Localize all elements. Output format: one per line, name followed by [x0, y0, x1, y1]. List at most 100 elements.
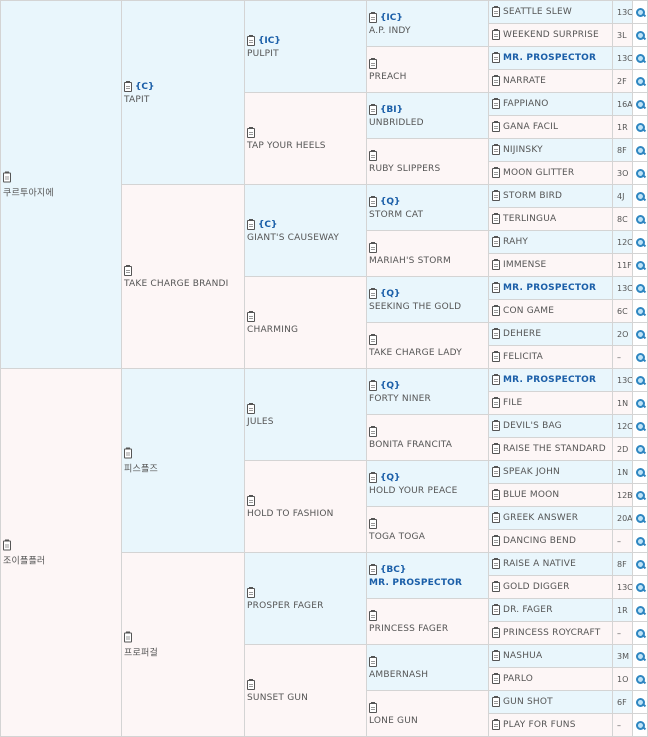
search-button[interactable]: [632, 115, 648, 139]
document-icon[interactable]: [492, 604, 500, 615]
horse-name[interactable]: TAP YOUR HEELS: [247, 141, 364, 151]
document-icon[interactable]: [369, 517, 377, 529]
horse-name[interactable]: DEVIL'S BAG: [503, 421, 562, 431]
search-button[interactable]: [632, 690, 648, 714]
search-button[interactable]: [632, 414, 648, 438]
pedigree-gen3-cell[interactable]: {IC} PULPIT: [244, 0, 367, 93]
pedigree-leaf-cell[interactable]: DANCING BEND: [488, 529, 613, 553]
document-icon[interactable]: [492, 673, 500, 684]
pedigree-gen4-cell[interactable]: RUBY SLIPPERS: [366, 138, 489, 185]
pedigree-leaf-cell[interactable]: GANA FACIL: [488, 115, 613, 139]
search-button[interactable]: [632, 299, 648, 323]
pedigree-leaf-cell[interactable]: RAISE THE STANDARD: [488, 437, 613, 461]
horse-name[interactable]: MR. PROSPECTOR: [503, 53, 596, 63]
horse-name[interactable]: PREACH: [369, 72, 486, 82]
search-button[interactable]: [632, 575, 648, 599]
pedigree-leaf-cell[interactable]: STORM BIRD: [488, 184, 613, 208]
search-button[interactable]: [632, 253, 648, 277]
document-icon[interactable]: [369, 609, 377, 621]
pedigree-leaf-cell[interactable]: FELICITA: [488, 345, 613, 369]
document-icon[interactable]: [492, 167, 500, 178]
document-icon[interactable]: [492, 282, 500, 293]
pedigree-gen3-cell[interactable]: TAP YOUR HEELS: [244, 92, 367, 185]
horse-name[interactable]: MR. PROSPECTOR: [369, 578, 486, 588]
horse-name[interactable]: PRINCESS FAGER: [369, 624, 486, 634]
search-button[interactable]: [632, 552, 648, 576]
horse-name[interactable]: TAPIT: [124, 95, 242, 105]
horse-name[interactable]: STORM BIRD: [503, 191, 562, 201]
pedigree-leaf-cell[interactable]: DEHERE: [488, 322, 613, 346]
horse-name[interactable]: FILE: [503, 398, 522, 408]
document-icon[interactable]: [492, 627, 500, 638]
pedigree-leaf-cell[interactable]: WEEKEND SURPRISE: [488, 23, 613, 47]
search-button[interactable]: [632, 621, 648, 645]
horse-name[interactable]: RAISE A NATIVE: [503, 559, 576, 569]
pedigree-gen4-cell[interactable]: TOGA TOGA: [366, 506, 489, 553]
document-icon[interactable]: [492, 190, 500, 201]
document-icon[interactable]: [369, 471, 377, 483]
pedigree-leaf-cell[interactable]: GOLD DIGGER: [488, 575, 613, 599]
horse-name[interactable]: TOGA TOGA: [369, 532, 486, 542]
pedigree-gen4-cell[interactable]: PREACH: [366, 46, 489, 93]
pedigree-leaf-cell[interactable]: PRINCESS ROYCRAFT: [488, 621, 613, 645]
horse-name[interactable]: FELICITA: [503, 352, 543, 362]
pedigree-leaf-cell[interactable]: MR. PROSPECTOR: [488, 46, 613, 70]
document-icon[interactable]: [369, 379, 377, 391]
document-icon[interactable]: [492, 144, 500, 155]
horse-name[interactable]: PARLO: [503, 674, 533, 684]
pedigree-leaf-cell[interactable]: NASHUA: [488, 644, 613, 668]
pedigree-gen3-cell[interactable]: {C} GIANT'S CAUSEWAY: [244, 184, 367, 277]
search-button[interactable]: [632, 529, 648, 553]
horse-name[interactable]: NASHUA: [503, 651, 542, 661]
horse-name[interactable]: DEHERE: [503, 329, 541, 339]
pedigree-leaf-cell[interactable]: NARRATE: [488, 69, 613, 93]
document-icon[interactable]: [247, 34, 255, 46]
horse-name[interactable]: BLUE MOON: [503, 490, 559, 500]
search-button[interactable]: [632, 92, 648, 116]
document-icon[interactable]: [369, 287, 377, 299]
horse-name[interactable]: TERLINGUA: [503, 214, 556, 224]
document-icon[interactable]: [3, 539, 11, 550]
horse-name[interactable]: CON GAME: [503, 306, 554, 316]
document-icon[interactable]: [492, 29, 500, 40]
horse-name[interactable]: MR. PROSPECTOR: [503, 283, 596, 293]
document-icon[interactable]: [492, 558, 500, 569]
search-button[interactable]: [632, 506, 648, 530]
horse-name[interactable]: TAKE CHARGE LADY: [369, 348, 486, 358]
horse-name[interactable]: HOLD TO FASHION: [247, 509, 364, 519]
document-icon[interactable]: [124, 631, 132, 642]
document-icon[interactable]: [492, 420, 500, 431]
pedigree-gen3-cell[interactable]: CHARMING: [244, 276, 367, 369]
pedigree-leaf-cell[interactable]: FILE: [488, 391, 613, 415]
document-icon[interactable]: [3, 171, 11, 182]
document-icon[interactable]: [124, 80, 132, 92]
pedigree-gen3-cell[interactable]: HOLD TO FASHION: [244, 460, 367, 553]
document-icon[interactable]: [124, 447, 132, 458]
pedigree-leaf-cell[interactable]: RAISE A NATIVE: [488, 552, 613, 576]
horse-name[interactable]: MOON GLITTER: [503, 168, 574, 178]
document-icon[interactable]: [492, 719, 500, 730]
horse-name[interactable]: LONE GUN: [369, 716, 486, 726]
horse-name[interactable]: GUN SHOT: [503, 697, 553, 707]
search-button[interactable]: [632, 598, 648, 622]
search-button[interactable]: [632, 23, 648, 47]
horse-name[interactable]: SEATTLE SLEW: [503, 7, 572, 17]
pedigree-gen4-cell[interactable]: {IC} A.P. INDY: [366, 0, 489, 47]
horse-name[interactable]: SUNSET GUN: [247, 693, 364, 703]
document-icon[interactable]: [369, 241, 377, 253]
pedigree-gen2-cell[interactable]: 프로퍼걸: [121, 552, 245, 737]
pedigree-leaf-cell[interactable]: DEVIL'S BAG: [488, 414, 613, 438]
pedigree-gen2-cell[interactable]: 피스플즈: [121, 368, 245, 553]
search-button[interactable]: [632, 322, 648, 346]
pedigree-leaf-cell[interactable]: CON GAME: [488, 299, 613, 323]
pedigree-leaf-cell[interactable]: DR. FAGER: [488, 598, 613, 622]
document-icon[interactable]: [369, 425, 377, 437]
document-icon[interactable]: [247, 586, 255, 598]
horse-name[interactable]: CHARMING: [247, 325, 364, 335]
pedigree-gen4-cell[interactable]: TAKE CHARGE LADY: [366, 322, 489, 369]
pedigree-leaf-cell[interactable]: NIJINSKY: [488, 138, 613, 162]
horse-name[interactable]: IMMENSE: [503, 260, 546, 270]
search-button[interactable]: [632, 161, 648, 185]
document-icon[interactable]: [369, 149, 377, 161]
document-icon[interactable]: [369, 195, 377, 207]
